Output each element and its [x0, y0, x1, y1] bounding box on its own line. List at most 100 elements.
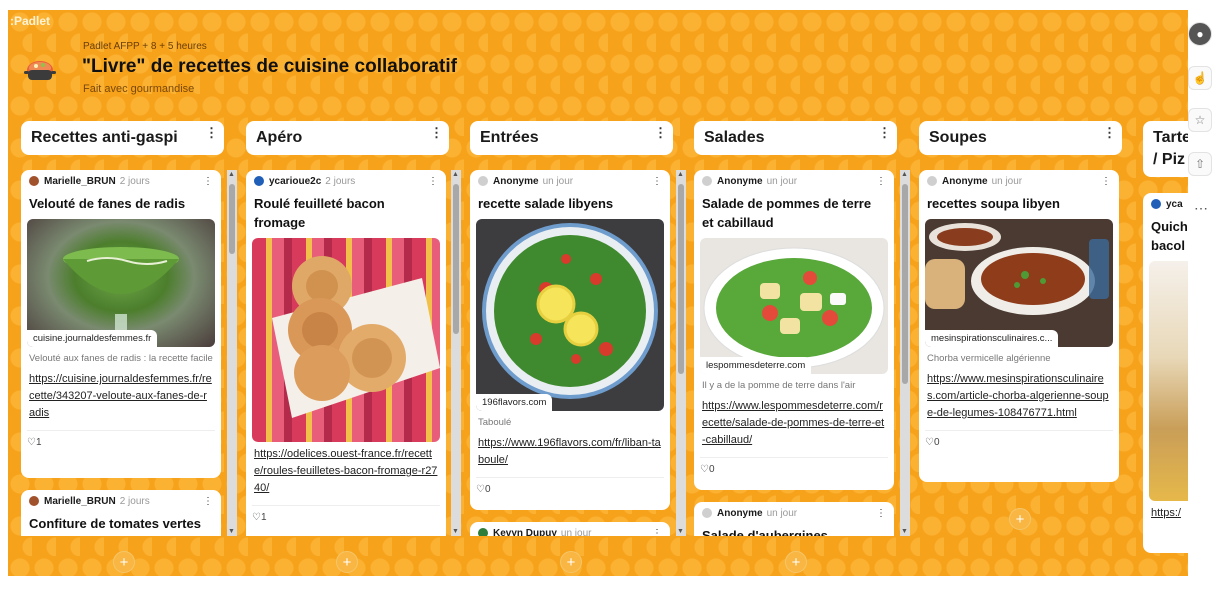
column-title: Soupes	[929, 129, 987, 146]
post-image-roule[interactable]	[252, 238, 440, 442]
post-card[interactable]: Anonyme un jour ⋮ Salade d'aubergines	[694, 502, 894, 536]
heart-icon: ♡	[252, 512, 261, 523]
post-image-salade-pdt[interactable]: lespommesdeterre.com	[700, 238, 888, 374]
post-menu-icon[interactable]: ⋮	[652, 528, 662, 537]
post-author: Anonyme un jour ⋮	[919, 170, 1119, 192]
column-menu-icon[interactable]: ⋮	[654, 125, 667, 141]
column-scroll-soupes[interactable]: Anonyme un jour ⋮ recettes soupa libyen …	[919, 170, 1127, 536]
post-link[interactable]: https://cuisine.journaldesfemmes.fr/rece…	[21, 367, 221, 426]
post-author: Marielle_BRUN 2 jours ⋮	[21, 170, 221, 192]
post-menu-icon[interactable]: ⋮	[203, 496, 213, 507]
post-title: Roulé feuilleté bacon fromage	[254, 196, 385, 230]
avatar	[702, 508, 712, 518]
post-image-chorba[interactable]: mesinspirationsculinaires.c...	[925, 219, 1113, 347]
post-card[interactable]: yca Quich bacol https:/	[1143, 193, 1188, 553]
cooking-pot-icon	[24, 61, 56, 80]
board-meta: Padlet AFPP + 8 + 5 heures	[83, 41, 207, 52]
column-scroll-apero[interactable]: ycarioue2c 2 jours ⋮ Roulé feuilleté bac…	[246, 170, 454, 536]
like-button[interactable]: ♡0	[925, 430, 1113, 456]
post-menu-icon[interactable]: ⋮	[203, 176, 213, 187]
post-author: yca	[1143, 193, 1188, 215]
post-image-quiche[interactable]	[1149, 261, 1188, 501]
avatar	[29, 176, 39, 186]
post-card[interactable]: Kevyn Dupuy un jour ⋮	[470, 522, 670, 536]
post-title: Velouté de fanes de radis	[29, 196, 186, 211]
link-domain: mesinspirationsculinaires.c...	[925, 330, 1059, 347]
post-author: Anonyme un jour ⋮	[694, 502, 894, 524]
column-menu-icon[interactable]: ⋮	[205, 125, 218, 141]
star-icon[interactable]: ☆	[1188, 108, 1212, 132]
column-header-soupes[interactable]: Soupes ⋮	[919, 121, 1122, 155]
post-link[interactable]: https://www.196flavors.com/fr/liban-tabo…	[470, 431, 670, 473]
column-header-entrees[interactable]: Entrées ⋮	[470, 121, 673, 155]
add-post-button[interactable]: +	[113, 551, 135, 573]
right-toolbar: ● ☝ ☆ ⇧ ⋯	[1188, 0, 1218, 589]
share-icon[interactable]: ⇧	[1188, 152, 1212, 176]
column-title: Tarte / Piz	[1153, 129, 1188, 168]
heart-icon: ♡	[476, 484, 485, 495]
avatar	[478, 176, 488, 186]
more-icon[interactable]: ⋯	[1194, 200, 1208, 217]
post-menu-icon[interactable]: ⋮	[876, 176, 886, 187]
post-menu-icon[interactable]: ⋮	[876, 508, 886, 519]
column-menu-icon[interactable]: ⋮	[430, 125, 443, 141]
potato-salad-image	[703, 247, 885, 369]
post-author: ycarioue2c 2 jours ⋮	[246, 170, 446, 192]
post-card[interactable]: Anonyme un jour ⋮ recettes soupa libyen …	[919, 170, 1119, 482]
soup-bowl-image	[925, 223, 1109, 315]
post-link[interactable]: https://www.mesinspirationsculinaires.co…	[919, 367, 1119, 426]
post-link[interactable]: https://odelices.ouest-france.fr/recette…	[246, 442, 446, 501]
padlet-logo[interactable]: :Padlet	[10, 14, 50, 28]
post-author: Anonyme un jour ⋮	[470, 170, 670, 192]
board-title: "Livre" de recettes de cuisine collabora…	[82, 56, 457, 77]
tabbouleh-image	[482, 223, 658, 399]
column-header-anti-gaspi[interactable]: Recettes anti-gaspi ⋮	[21, 121, 224, 155]
post-description: Chorba vermicelle algérienne	[927, 353, 1051, 364]
soup-glass-image	[63, 247, 179, 344]
column-header-apero[interactable]: Apéro ⋮	[246, 121, 449, 155]
column-scroll-anti-gaspi[interactable]: Marielle_BRUN 2 jours ⋮ Velouté de fanes…	[21, 170, 229, 536]
post-image-taboule[interactable]: 196flavors.com	[476, 219, 664, 411]
like-button[interactable]: ♡1	[252, 505, 440, 531]
post-title: Confiture de tomates vertes	[29, 516, 201, 531]
post-link[interactable]: https://www.lespommesdeterre.com/recette…	[694, 394, 894, 453]
post-author: Kevyn Dupuy un jour ⋮	[470, 522, 670, 536]
post-title: Quich bacol	[1151, 219, 1188, 253]
column-scrollbar[interactable]: ▲ ▼	[227, 170, 237, 536]
column-scroll-salades[interactable]: Anonyme un jour ⋮ Salade de pommes de te…	[694, 170, 902, 536]
column-scroll-entrees[interactable]: Anonyme un jour ⋮ recette salade libyens…	[470, 170, 678, 536]
like-button[interactable]: ♡1	[27, 430, 215, 456]
column-header-salades[interactable]: Salades ⋮	[694, 121, 897, 155]
column-scrollbar[interactable]: ▲ ▼	[451, 170, 461, 536]
post-menu-icon[interactable]: ⋮	[428, 176, 438, 187]
post-card[interactable]: Marielle_BRUN 2 jours ⋮ Confiture de tom…	[21, 490, 221, 536]
column-header-tarte[interactable]: Tarte / Piz	[1143, 121, 1188, 177]
add-post-button[interactable]: +	[336, 551, 358, 573]
avatar	[29, 496, 39, 506]
post-link[interactable]: https:/	[1143, 501, 1188, 526]
post-image-veloute[interactable]: cuisine.journaldesfemmes.fr	[27, 219, 215, 347]
post-description: Velouté aux fanes de radis : la recette …	[29, 353, 213, 364]
column-scrollbar[interactable]: ▲ ▼	[676, 170, 686, 536]
post-title: recettes soupa libyen	[927, 196, 1060, 211]
post-card[interactable]: Marielle_BRUN 2 jours ⋮ Velouté de fanes…	[21, 170, 221, 478]
post-menu-icon[interactable]: ⋮	[652, 176, 662, 187]
like-button[interactable]: ♡0	[476, 477, 664, 503]
add-post-button[interactable]: +	[1009, 508, 1031, 530]
post-card[interactable]: ycarioue2c 2 jours ⋮ Roulé feuilleté bac…	[246, 170, 446, 536]
avatar	[1151, 199, 1161, 209]
link-domain: 196flavors.com	[476, 394, 553, 411]
column-menu-icon[interactable]: ⋮	[1103, 125, 1116, 141]
like-button[interactable]: ♡0	[700, 457, 888, 483]
column-menu-icon[interactable]: ⋮	[878, 125, 891, 141]
add-post-button[interactable]: +	[560, 551, 582, 573]
user-avatar-icon[interactable]: ●	[1188, 22, 1212, 46]
post-card[interactable]: Anonyme un jour ⋮ recette salade libyens…	[470, 170, 670, 510]
link-domain: lespommesdeterre.com	[700, 357, 812, 374]
add-post-button[interactable]: +	[785, 551, 807, 573]
post-title: recette salade libyens	[478, 196, 614, 211]
post-menu-icon[interactable]: ⋮	[1101, 176, 1111, 187]
reaction-icon[interactable]: ☝	[1188, 66, 1212, 90]
column-scrollbar[interactable]: ▲ ▼	[900, 170, 910, 536]
post-card[interactable]: Anonyme un jour ⋮ Salade de pommes de te…	[694, 170, 894, 490]
